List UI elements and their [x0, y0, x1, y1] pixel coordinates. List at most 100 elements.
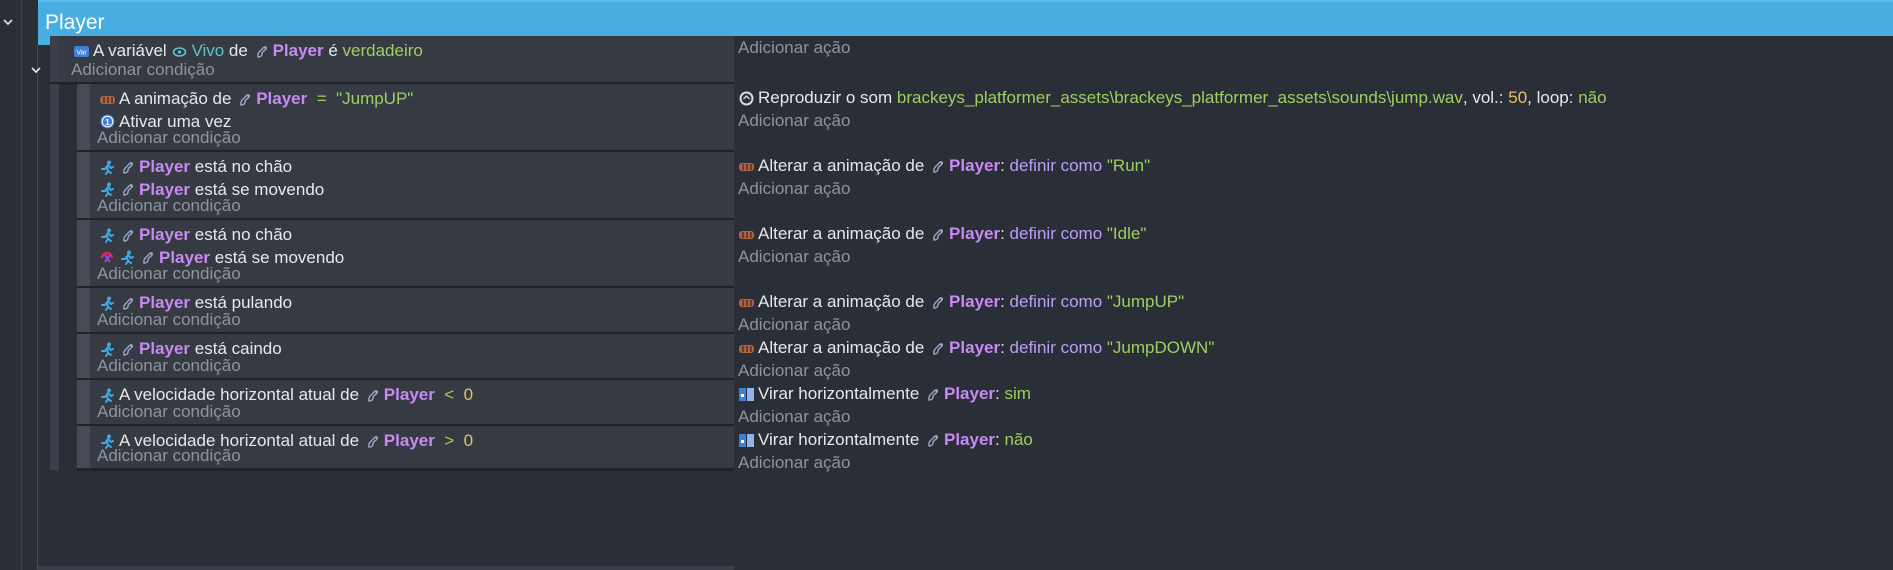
operator: <	[434, 385, 464, 404]
sentence-text: :	[1000, 224, 1010, 243]
condition[interactable]: Player está no chão	[99, 155, 292, 179]
object-name[interactable]: Player	[944, 428, 995, 452]
string-value: sim	[1004, 384, 1031, 403]
add-condition-button[interactable]: Adicionar condição	[97, 354, 241, 378]
action[interactable]: Alterar a animação de Player: definir co…	[738, 290, 1184, 314]
number-value: 50	[1508, 88, 1528, 107]
string-value: "JumpUP"	[336, 89, 414, 108]
sentence-text: de	[224, 41, 253, 60]
action[interactable]: Alterar a animação de Player: definir co…	[738, 222, 1146, 246]
number-value: 0	[463, 385, 474, 404]
event-gutter	[77, 288, 90, 334]
add-action-button[interactable]: Adicionar ação	[738, 109, 850, 133]
sentence-text: :	[1000, 292, 1010, 311]
event-row[interactable]: Var A variável Vivo de Player é verdadeir…	[0, 36, 1893, 85]
sentence-text: , vol.:	[1462, 88, 1509, 107]
add-condition-button[interactable]: Adicionar condição	[97, 444, 241, 468]
keyword: definir como	[1009, 292, 1103, 311]
object-name[interactable]: Player	[139, 155, 190, 179]
object-name[interactable]: Player	[949, 336, 1000, 360]
add-action-button[interactable]: Adicionar ação	[738, 405, 850, 429]
action[interactable]: Virar horizontalmente Player: não	[738, 428, 1033, 452]
actions-panel[interactable]	[734, 36, 1893, 84]
keyword: definir como	[1009, 224, 1103, 243]
object-name[interactable]: Player	[949, 222, 1000, 246]
event-gutter	[50, 84, 59, 152]
sentence-text: está no chão	[190, 157, 293, 176]
event-gutter	[50, 152, 59, 220]
action[interactable]: Reproduzir o som brackeys_platformer_ass…	[738, 86, 1607, 110]
sentence-text: Alterar a animação de	[758, 224, 930, 243]
action[interactable]: Alterar a animação de Player: definir co…	[738, 154, 1150, 178]
event-gutter	[50, 380, 59, 426]
event-separator	[77, 468, 734, 471]
sprite-object-icon	[924, 386, 941, 403]
animation-icon	[738, 340, 755, 357]
sentence-text: Alterar a animação de	[758, 156, 930, 175]
condition[interactable]: Player está no chão	[99, 223, 292, 247]
sentence-text: é	[323, 41, 343, 60]
sentence-text: Alterar a animação de	[758, 292, 930, 311]
add-condition-button[interactable]: Adicionar condição	[71, 58, 215, 82]
keyword: definir como	[1009, 156, 1103, 175]
event-row[interactable]: Player está pulando Adicionar condição Alt…	[0, 288, 1893, 337]
event-row[interactable]: Player está caindo Adicionar condição Alte…	[0, 334, 1893, 383]
variable-object-icon	[171, 43, 188, 60]
object-name[interactable]: Player	[139, 223, 190, 247]
string-value: "JumpDOWN"	[1106, 338, 1215, 357]
event-gutter	[77, 152, 90, 220]
event-gutter	[50, 426, 59, 470]
add-action-button[interactable]: Adicionar ação	[738, 36, 850, 60]
add-condition-button[interactable]: Adicionar condição	[97, 126, 241, 150]
animation-icon	[738, 294, 755, 311]
condition[interactable]: A animação de Player = "JumpUP"	[99, 87, 413, 111]
sentence-text: :	[995, 384, 1005, 403]
add-condition-button[interactable]: Adicionar condição	[97, 308, 241, 332]
action[interactable]: Virar horizontalmente Player: sim	[738, 382, 1031, 406]
object-name[interactable]: Player	[949, 290, 1000, 314]
string-value: brackeys_platformer_assets\brackeys_plat…	[896, 88, 1463, 107]
chevron-down-icon	[3, 19, 13, 26]
add-condition-button[interactable]: Adicionar condição	[97, 262, 241, 286]
operator: >	[434, 431, 464, 450]
collapse-group-toggle[interactable]	[0, 14, 16, 30]
sprite-object-icon	[236, 91, 253, 108]
flip-icon	[738, 432, 755, 449]
object-name[interactable]: Player	[256, 87, 307, 111]
object-name[interactable]: Player	[273, 39, 324, 63]
add-condition-button[interactable]: Adicionar condição	[97, 194, 241, 218]
event-row[interactable]: Player está no chão Player está se movend…	[0, 152, 1893, 221]
sound-icon	[738, 90, 755, 107]
sprite-object-icon	[364, 433, 381, 450]
event-row[interactable]: Player está no chão Player está se movend…	[0, 220, 1893, 289]
object-name[interactable]: Player	[944, 382, 995, 406]
add-condition-button[interactable]: Adicionar condição	[97, 400, 241, 424]
sprite-object-icon	[929, 340, 946, 357]
add-action-button[interactable]: Adicionar ação	[738, 451, 850, 475]
sentence-text: Reproduzir o som	[758, 88, 897, 107]
event-gutter	[50, 334, 59, 380]
string-value: "Idle"	[1106, 224, 1147, 243]
event-gutter	[77, 426, 90, 470]
event-row[interactable]: A animação de Player = "JumpUP" 1 Ativar u…	[0, 84, 1893, 153]
operator: =	[307, 89, 337, 108]
object-name[interactable]: Player	[949, 154, 1000, 178]
add-action-button[interactable]: Adicionar ação	[738, 177, 850, 201]
string-value: não	[1004, 430, 1033, 449]
sprite-object-icon	[929, 294, 946, 311]
animation-icon	[738, 226, 755, 243]
action[interactable]: Alterar a animação de Player: definir co…	[738, 336, 1214, 360]
variable-icon: Var	[73, 43, 90, 60]
add-action-button[interactable]: Adicionar ação	[738, 359, 850, 383]
sentence-text: Alterar a animação de	[758, 338, 930, 357]
event-row[interactable]: A velocidade horizontal atual de Player …	[0, 380, 1893, 429]
event-gutter	[77, 220, 90, 288]
event-row[interactable]: A velocidade horizontal atual de Player …	[0, 426, 1893, 472]
add-action-button[interactable]: Adicionar ação	[738, 313, 850, 337]
add-action-button[interactable]: Adicionar ação	[738, 245, 850, 269]
object-name[interactable]: Player	[384, 429, 435, 453]
event-gutter	[50, 220, 59, 288]
sentence-text: está no chão	[190, 225, 293, 244]
sprite-object-icon	[924, 432, 941, 449]
object-name[interactable]: Player	[384, 383, 435, 407]
